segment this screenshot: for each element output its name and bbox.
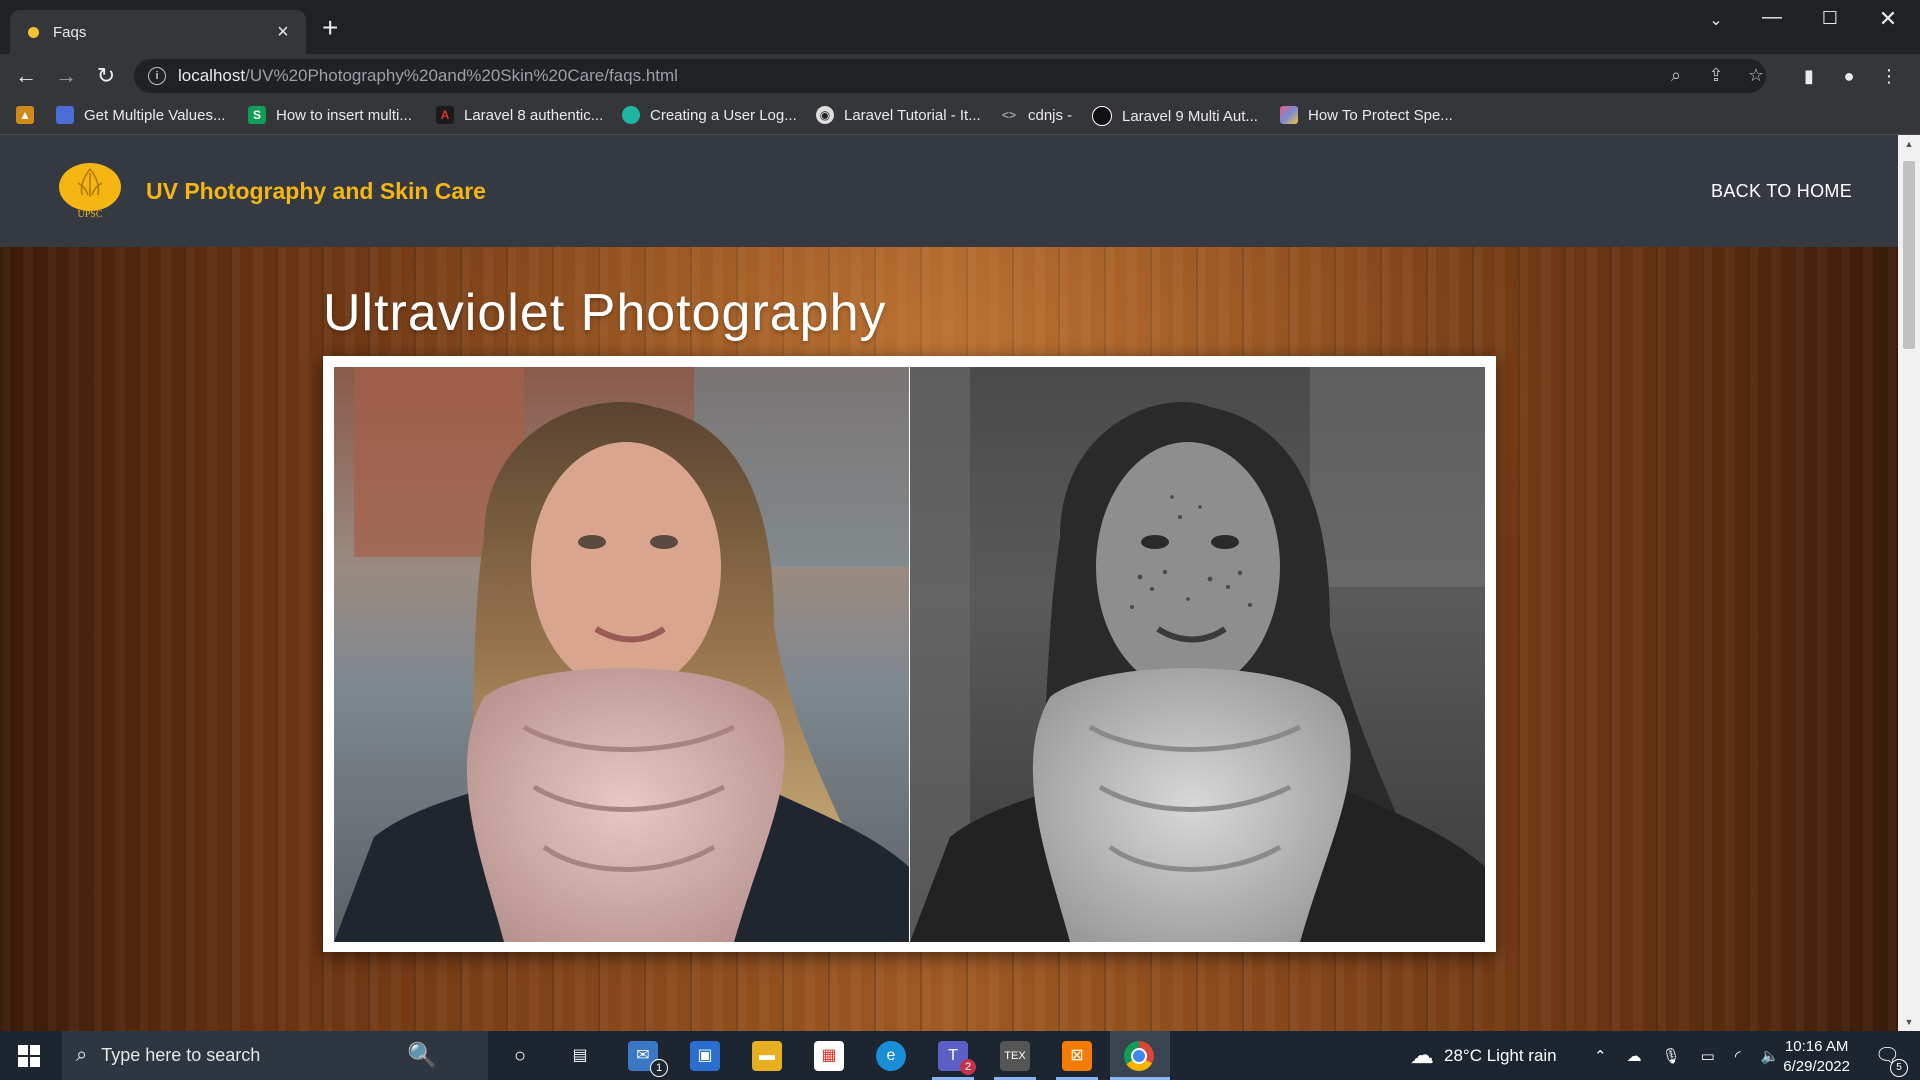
reload-icon[interactable]: ↻ <box>92 64 120 88</box>
site-info-icon[interactable]: i <box>148 67 166 85</box>
xampp-icon[interactable]: ⊠ <box>1062 1041 1092 1071</box>
volume-icon[interactable]: 🔈 <box>1761 1047 1780 1065</box>
browser-toolbar: ← → ↻ i localhost/UV%20Photography%20and… <box>0 54 1920 98</box>
rain-cloud-icon: ☁ <box>1410 1042 1434 1069</box>
bookmark-label: Laravel Tutorial - It... <box>844 106 981 124</box>
battery-icon[interactable]: ▭ <box>1701 1047 1715 1065</box>
file-explorer-icon[interactable]: ▬ <box>752 1041 782 1071</box>
bookmark-label: cdnjs - <box>1028 106 1073 124</box>
address-bar[interactable]: i localhost/UV%20Photography%20and%20Ski… <box>134 59 1766 93</box>
search-icon: ⌕ <box>76 1044 88 1066</box>
bookmark-star-icon[interactable]: ☆ <box>1744 65 1768 86</box>
bookmark-favicon-icon: ◉ <box>816 106 834 124</box>
page-title: Ultraviolet Photography <box>323 284 887 342</box>
bookmark-item[interactable]: ◉ Laravel Tutorial - It... <box>816 106 981 124</box>
url-path: /UV%20Photography%20and%20Skin%20Care/fa… <box>245 66 678 85</box>
tab-title: Faqs <box>53 23 87 41</box>
bookmark-item[interactable]: Laravel 9 Multi Aut... <box>1092 106 1258 126</box>
profile-icon[interactable]: ● <box>1836 66 1862 87</box>
weather-text: 28°C Light rain <box>1444 1045 1557 1065</box>
search-placeholder: Type here to search <box>101 1045 261 1065</box>
bookmark-label: How To Protect Spe... <box>1308 106 1453 124</box>
back-to-home-link[interactable]: BACK TO HOME <box>1711 181 1852 202</box>
bookmark-favicon-icon: S <box>248 106 266 124</box>
bookmark-favicon-icon <box>622 106 640 124</box>
site-brand[interactable]: UV Photography and Skin Care <box>146 178 486 205</box>
zoom-icon[interactable]: ⌕ <box>1664 65 1688 86</box>
bookmark-label: Laravel 9 Multi Aut... <box>1122 107 1258 125</box>
onedrive-icon[interactable]: ☁ <box>1627 1047 1642 1065</box>
store-icon[interactable]: ▦ <box>814 1041 844 1071</box>
bookmark-label: Creating a User Log... <box>650 106 797 124</box>
system-tray: ⌃ ☁ 🎙 ▭ ◜ 🔈 <box>1594 1031 1779 1080</box>
system-clock[interactable]: 10:16 AM 6/29/2022 <box>1783 1037 1850 1077</box>
bookmark-favicon-icon <box>1280 106 1298 124</box>
scrollbar-thumb[interactable] <box>1903 161 1915 349</box>
page-viewport: UPSC UV Photography and Skin Care BACK T… <box>0 135 1898 1031</box>
chrome-icon[interactable] <box>1124 1041 1154 1071</box>
taskbar-search-box[interactable]: ⌕ Type here to search 🔍 <box>62 1031 488 1080</box>
scroll-up-arrow-icon[interactable]: ▲ <box>1898 139 1920 149</box>
task-view-icon[interactable]: ▤ <box>565 1041 595 1071</box>
close-window-button[interactable]: ✕ <box>1868 6 1908 32</box>
microphone-icon[interactable]: 🎙 <box>1662 1047 1681 1065</box>
edge-icon[interactable]: e <box>876 1041 906 1071</box>
forward-arrow-icon[interactable]: → <box>52 64 80 88</box>
scroll-down-arrow-icon[interactable]: ▼ <box>1898 1017 1920 1027</box>
site-header: UPSC UV Photography and Skin Care BACK T… <box>0 135 1898 247</box>
bookmark-item[interactable]: How To Protect Spe... <box>1280 106 1453 124</box>
maximize-button[interactable]: ☐ <box>1810 8 1850 29</box>
share-icon[interactable]: ⇪ <box>1704 65 1728 86</box>
mail-badge: 1 <box>650 1059 668 1077</box>
bookmark-item[interactable]: A Laravel 8 authentic... <box>436 106 603 124</box>
url-text[interactable]: localhost/UV%20Photography%20and%20Skin%… <box>178 66 678 86</box>
bookmarks-bar: ▲ Get Multiple Values... S How to insert … <box>0 98 1920 135</box>
site-logo-icon[interactable]: UPSC <box>58 163 122 219</box>
bookmark-label: Get Multiple Values... <box>84 106 226 124</box>
logo-text: UPSC <box>77 209 102 219</box>
remote-desktop-icon[interactable]: ▣ <box>690 1041 720 1071</box>
bookmark-item[interactable]: Get Multiple Values... <box>56 106 225 124</box>
bookmark-favicon-icon <box>56 106 74 124</box>
page-scrollbar[interactable]: ▲ ▼ <box>1898 135 1920 1031</box>
windows-start-icon[interactable] <box>18 1045 40 1067</box>
bookmark-favicon-icon <box>1092 106 1112 126</box>
apps-bookmark-icon[interactable]: ▲ <box>16 106 34 124</box>
bookmark-favicon-icon: <> <box>1001 108 1016 122</box>
tab-close-button[interactable]: × <box>270 21 296 44</box>
url-host: localhost <box>178 66 246 85</box>
tab-loading-icon <box>28 26 39 38</box>
bookmark-label: Laravel 8 authentic... <box>464 106 604 124</box>
clock-date: 6/29/2022 <box>1783 1058 1850 1075</box>
new-tab-button[interactable]: + <box>322 14 338 42</box>
bookmark-label: How to insert multi... <box>276 106 412 124</box>
bookmark-item[interactable]: Creating a User Log... <box>622 106 797 124</box>
tab-search-icon[interactable]: ⌄ <box>1696 10 1736 30</box>
teams-badge: 2 <box>960 1059 976 1075</box>
back-arrow-icon[interactable]: ← <box>12 64 40 88</box>
chevron-up-icon[interactable]: ⌃ <box>1594 1047 1607 1065</box>
wifi-icon[interactable]: ◜ <box>1735 1047 1741 1065</box>
minimize-button[interactable]: — <box>1752 6 1792 29</box>
tex-editor-icon[interactable]: TEX <box>1000 1041 1030 1071</box>
uv-portrait-image <box>910 367 1485 942</box>
color-portrait-image <box>334 367 909 942</box>
search-highlight-icon[interactable]: 🔍 <box>407 1041 437 1070</box>
bookmark-item[interactable]: S How to insert multi... <box>248 106 412 124</box>
browser-tab[interactable]: Faqs × <box>10 10 306 54</box>
menu-icon[interactable]: ⋮ <box>1876 66 1902 87</box>
notification-count-badge: 5 <box>1890 1059 1908 1077</box>
side-panel-icon[interactable]: ▮ <box>1796 66 1822 87</box>
bookmark-item[interactable]: <> cdnjs - <box>1000 106 1072 124</box>
bookmark-favicon-icon: A <box>436 106 454 124</box>
windows-taskbar: ⌕ Type here to search 🔍 ○ ▤ ✉ 1 ▣ ▬ ▦ e … <box>0 1031 1920 1080</box>
weather-widget[interactable]: ☁ 28°C Light rain <box>1410 1031 1557 1080</box>
photo-comparison-frame <box>323 356 1496 952</box>
clock-time: 10:16 AM <box>1784 1038 1849 1055</box>
cortana-icon[interactable]: ○ <box>505 1041 535 1071</box>
browser-tab-strip: Faqs × + ⌄ — ☐ ✕ <box>0 0 1920 54</box>
